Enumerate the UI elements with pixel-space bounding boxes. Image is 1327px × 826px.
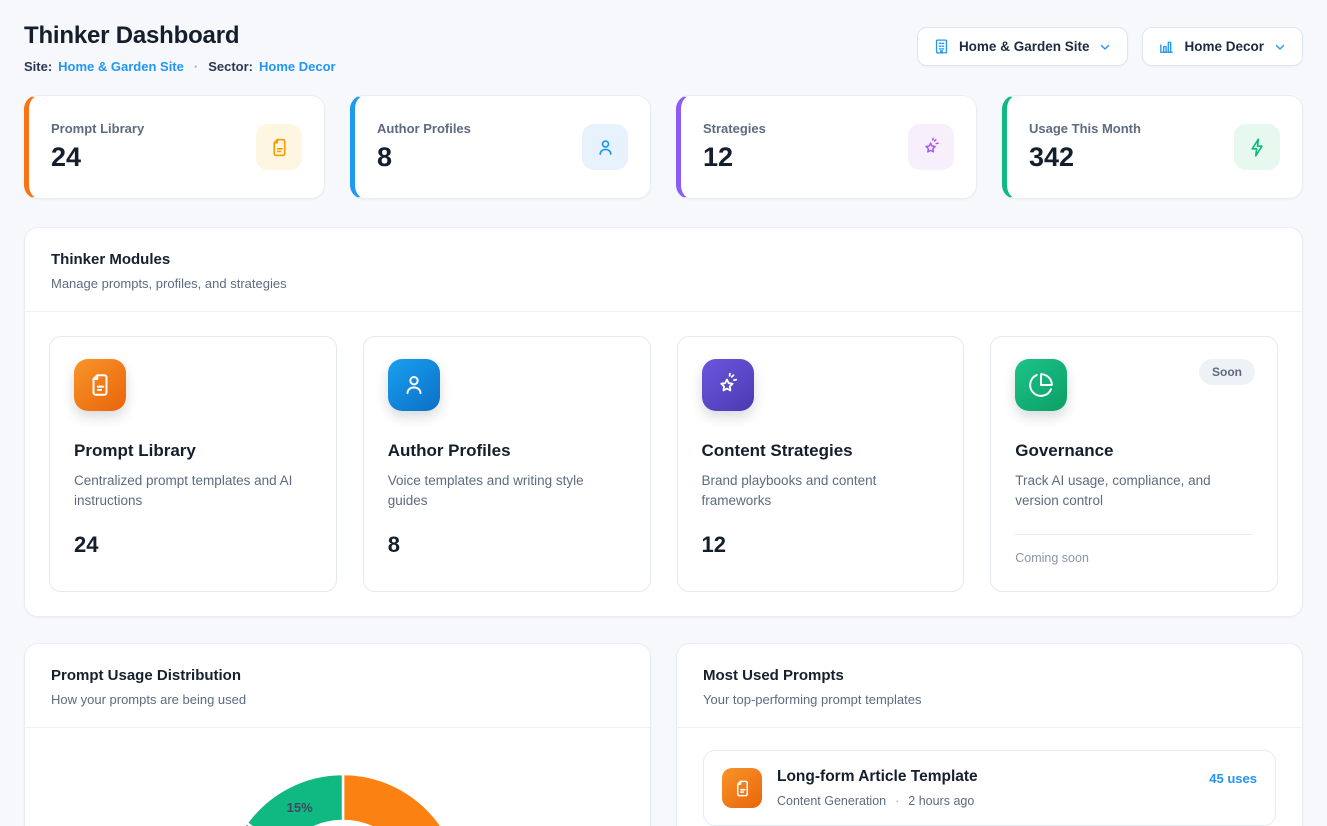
breadcrumb: Site: Home & Garden Site · Sector: Home …: [24, 59, 336, 74]
module-count: 8: [388, 532, 626, 558]
site-link[interactable]: Home & Garden Site: [58, 59, 184, 74]
module-count: 12: [702, 532, 940, 558]
stat-card-strategies: Strategies 12: [676, 95, 977, 199]
prompt-title: Long-form Article Template: [777, 768, 1194, 786]
prompt-usage-panel: Prompt Usage Distribution How your promp…: [24, 643, 651, 826]
document-icon: [256, 124, 302, 170]
separator-dot: ·: [895, 794, 899, 808]
module-description: Brand playbooks and content frameworks: [702, 471, 940, 512]
module-card-prompt-library[interactable]: Prompt Library Centralized prompt templa…: [49, 336, 337, 592]
bottom-row: Prompt Usage Distribution How your promp…: [24, 643, 1303, 826]
module-title: Governance: [1015, 441, 1253, 461]
prompts-panel-header: Most Used Prompts Your top-performing pr…: [677, 644, 1302, 728]
modules-grid: Prompt Library Centralized prompt templa…: [25, 312, 1302, 616]
sector-label: Sector:: [208, 59, 253, 74]
stat-text: Strategies 12: [703, 121, 766, 173]
module-title: Content Strategies: [702, 441, 940, 461]
module-card-content-strategies[interactable]: Content Strategies Brand playbooks and c…: [677, 336, 965, 592]
page-title: Thinker Dashboard: [24, 22, 336, 50]
prompt-list-item[interactable]: Long-form Article Template Content Gener…: [703, 750, 1276, 826]
document-icon: [74, 359, 126, 411]
stat-label: Prompt Library: [51, 121, 144, 136]
modules-title: Thinker Modules: [51, 251, 1276, 268]
module-title: Prompt Library: [74, 441, 312, 461]
building-icon: [933, 38, 950, 55]
usage-donut-chart: 15%: [25, 728, 651, 826]
prompt-meta: Content Generation · 2 hours ago: [777, 794, 1194, 808]
stat-value: 12: [703, 142, 766, 173]
stat-label: Author Profiles: [377, 121, 471, 136]
stat-value: 24: [51, 142, 144, 173]
stat-label: Usage This Month: [1029, 121, 1141, 136]
header-left: Thinker Dashboard Site: Home & Garden Si…: [24, 22, 336, 74]
stat-value: 342: [1029, 142, 1141, 173]
bar-chart-icon: [1158, 38, 1175, 55]
prompt-category: Content Generation: [777, 794, 886, 808]
dashboard-page: Thinker Dashboard Site: Home & Garden Si…: [0, 0, 1327, 826]
coming-soon-note: Coming soon: [1015, 551, 1253, 565]
usage-chart-area: 15%: [25, 728, 650, 826]
sparkle-star-icon: [908, 124, 954, 170]
most-used-prompts-panel: Most Used Prompts Your top-performing pr…: [676, 643, 1303, 826]
usage-panel-header: Prompt Usage Distribution How your promp…: [25, 644, 650, 728]
modules-panel-header: Thinker Modules Manage prompts, profiles…: [25, 228, 1302, 312]
separator-dot: ·: [194, 59, 198, 74]
header-actions: Home & Garden Site Home Decor: [917, 27, 1303, 66]
prompts-list: Long-form Article Template Content Gener…: [677, 728, 1302, 826]
thinker-modules-panel: Thinker Modules Manage prompts, profiles…: [24, 227, 1303, 617]
usage-subtitle: How your prompts are being used: [51, 692, 624, 707]
page-header: Thinker Dashboard Site: Home & Garden Si…: [24, 22, 1303, 74]
module-title: Author Profiles: [388, 441, 626, 461]
stat-label: Strategies: [703, 121, 766, 136]
donut-slice-orange-slice: [343, 774, 462, 826]
donut-slice-label: 15%: [287, 800, 313, 815]
prompts-subtitle: Your top-performing prompt templates: [703, 692, 1276, 707]
prompt-time: 2 hours ago: [908, 794, 974, 808]
usage-title: Prompt Usage Distribution: [51, 667, 624, 684]
sparkle-star-icon: [702, 359, 754, 411]
sector-selector-dropdown[interactable]: Home Decor: [1142, 27, 1303, 66]
modules-subtitle: Manage prompts, profiles, and strategies: [51, 276, 1276, 291]
module-card-author-profiles[interactable]: Author Profiles Voice templates and writ…: [363, 336, 651, 592]
module-description: Centralized prompt templates and AI inst…: [74, 471, 312, 512]
stat-text: Author Profiles 8: [377, 121, 471, 173]
stat-value: 8: [377, 142, 471, 173]
sector-selector-label: Home Decor: [1184, 39, 1264, 54]
stats-row: Prompt Library 24 Author Profiles 8 Stra…: [24, 95, 1303, 199]
stat-text: Prompt Library 24: [51, 121, 144, 173]
stat-card-prompt-library: Prompt Library 24: [24, 95, 325, 199]
lightning-icon: [1234, 124, 1280, 170]
stat-text: Usage This Month 342: [1029, 121, 1141, 173]
stat-card-usage: Usage This Month 342: [1002, 95, 1303, 199]
prompt-text: Long-form Article Template Content Gener…: [777, 768, 1194, 808]
chevron-down-icon: [1273, 40, 1287, 54]
site-selector-label: Home & Garden Site: [959, 39, 1090, 54]
divider: [1015, 534, 1253, 535]
module-description: Voice templates and writing style guides: [388, 471, 626, 512]
stat-card-author-profiles: Author Profiles 8: [350, 95, 651, 199]
document-icon: [722, 768, 762, 808]
user-icon: [388, 359, 440, 411]
pie-chart-icon: [1015, 359, 1067, 411]
chevron-down-icon: [1098, 40, 1112, 54]
site-label: Site:: [24, 59, 52, 74]
module-description: Track AI usage, compliance, and version …: [1015, 471, 1253, 512]
sector-link[interactable]: Home Decor: [259, 59, 336, 74]
user-icon: [582, 124, 628, 170]
module-count: 24: [74, 532, 312, 558]
module-card-governance[interactable]: Soon Governance Track AI usage, complian…: [990, 336, 1278, 592]
prompt-uses-badge: 45 uses: [1209, 771, 1257, 786]
prompts-title: Most Used Prompts: [703, 667, 1276, 684]
site-selector-dropdown[interactable]: Home & Garden Site: [917, 27, 1129, 66]
soon-badge: Soon: [1199, 359, 1255, 385]
